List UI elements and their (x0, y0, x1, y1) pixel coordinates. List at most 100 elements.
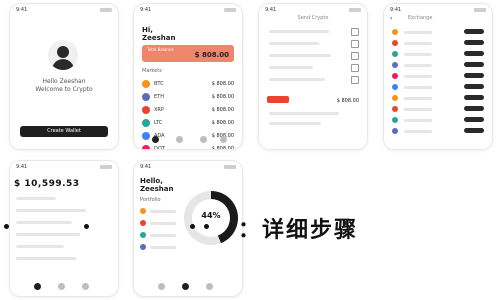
coin-icon (142, 106, 150, 114)
status-time: 9:41 (16, 164, 28, 170)
asset-name: XRP (154, 107, 164, 113)
exchange-row[interactable] (392, 83, 484, 93)
back-icon[interactable]: ‹ (390, 15, 392, 22)
screen-title: Send Crypto (297, 15, 329, 21)
trade-button[interactable] (464, 95, 484, 100)
trade-button[interactable] (464, 62, 484, 67)
checkbox[interactable] (351, 64, 359, 72)
exchange-row[interactable] (392, 72, 484, 82)
coin-icon (392, 95, 398, 101)
send-button[interactable] (267, 96, 289, 103)
battery-icon (100, 165, 112, 169)
dot-icon (84, 224, 89, 229)
exchange-row[interactable] (392, 39, 484, 49)
placeholder-line (404, 86, 432, 89)
exchange-row[interactable] (392, 28, 484, 38)
dot-icon (190, 224, 195, 229)
trade-button[interactable] (464, 128, 484, 133)
status-bar: 9:41 (265, 7, 361, 13)
bottom-nav (10, 281, 118, 293)
exchange-row[interactable] (392, 50, 484, 60)
chart-nav-icon[interactable] (182, 283, 189, 290)
placeholder-line (16, 245, 64, 248)
wallet-nav-icon[interactable] (200, 136, 207, 143)
home-nav-icon[interactable] (34, 283, 41, 290)
status-time: 9:41 (140, 7, 152, 13)
wallet-nav-icon[interactable] (206, 283, 213, 290)
home-nav-icon[interactable] (152, 136, 159, 143)
asset-name: LTC (154, 120, 163, 126)
welcome-line-2: Welcome to Crypto (35, 86, 93, 93)
greeting-line-2: Zeeshan (142, 34, 176, 42)
create-wallet-button[interactable]: Create Wallet (20, 126, 108, 137)
balance-card[interactable]: Total Balance $ 808.00 (142, 45, 234, 62)
trade-button[interactable] (464, 106, 484, 111)
exchange-row[interactable] (392, 116, 484, 126)
bottom-nav (134, 134, 242, 146)
placeholder-line (269, 112, 339, 115)
asset-row[interactable]: ETH $ 808.00 (142, 91, 234, 104)
greeting-line-1: Hello, (140, 177, 163, 185)
exchange-row[interactable] (392, 94, 484, 104)
status-bar: 9:41 (140, 7, 236, 13)
coin-icon (392, 40, 398, 46)
wallet-nav-icon[interactable] (82, 283, 89, 290)
screen-title: Exchange (408, 15, 433, 21)
placeholder-line (404, 97, 432, 100)
portfolio-row[interactable] (140, 243, 180, 251)
asset-value: $ 808.00 (211, 146, 234, 149)
status-time: 9:41 (390, 7, 402, 13)
asset-value: $ 808.00 (211, 94, 234, 100)
exchange-row[interactable] (392, 105, 484, 115)
home-nav-icon[interactable] (158, 283, 165, 290)
dot-icon (204, 224, 209, 229)
exchange-row[interactable] (392, 127, 484, 137)
coin-icon (142, 119, 150, 127)
avatar (48, 40, 78, 70)
checkbox[interactable] (351, 28, 359, 36)
placeholder-line (404, 108, 432, 111)
wallet-balance: $ 10,599.53 (14, 179, 80, 189)
asset-name: DOT (154, 146, 165, 149)
status-bar: 9:41 (140, 164, 236, 170)
asset-row[interactable]: XRP $ 808.00 (142, 104, 234, 117)
placeholder-line (404, 42, 432, 45)
battery-icon (224, 165, 236, 169)
exchange-row[interactable] (392, 61, 484, 71)
checkbox[interactable] (351, 40, 359, 48)
chart-nav-icon[interactable] (176, 136, 183, 143)
trade-button[interactable] (464, 117, 484, 122)
send-amount: $ 808.00 (336, 98, 359, 104)
placeholder-line (150, 246, 176, 249)
coin-icon (142, 93, 150, 101)
placeholder-line (269, 66, 313, 69)
battery-icon (349, 8, 361, 12)
checkbox[interactable] (351, 76, 359, 84)
placeholder-line (16, 257, 76, 260)
placeholder-line (404, 64, 432, 67)
trade-button[interactable] (464, 73, 484, 78)
trade-button[interactable] (464, 40, 484, 45)
status-bar: 9:41 (16, 164, 112, 170)
trade-button[interactable] (464, 29, 484, 34)
coin-icon (140, 244, 146, 250)
coin-icon (392, 62, 398, 68)
section-title: Portfolio (140, 197, 161, 203)
status-bar: 9:41 (390, 7, 486, 13)
asset-row[interactable]: LTC $ 808.00 (142, 117, 234, 130)
trade-button[interactable] (464, 51, 484, 56)
placeholder-line (269, 30, 329, 33)
battery-icon (100, 8, 112, 12)
profile-nav-icon[interactable] (220, 136, 227, 143)
trade-button[interactable] (464, 84, 484, 89)
asset-row[interactable]: BTC $ 808.00 (142, 78, 234, 91)
status-time: 9:41 (265, 7, 277, 13)
battery-icon (224, 8, 236, 12)
checkbox[interactable] (351, 52, 359, 60)
welcome-line-1: Hello Zeeshan (42, 78, 86, 85)
coin-icon (392, 51, 398, 57)
chart-nav-icon[interactable] (58, 283, 65, 290)
status-time: 9:41 (140, 164, 152, 170)
placeholder-line (269, 42, 319, 45)
greeting-line-2: Zeeshan (140, 185, 174, 193)
